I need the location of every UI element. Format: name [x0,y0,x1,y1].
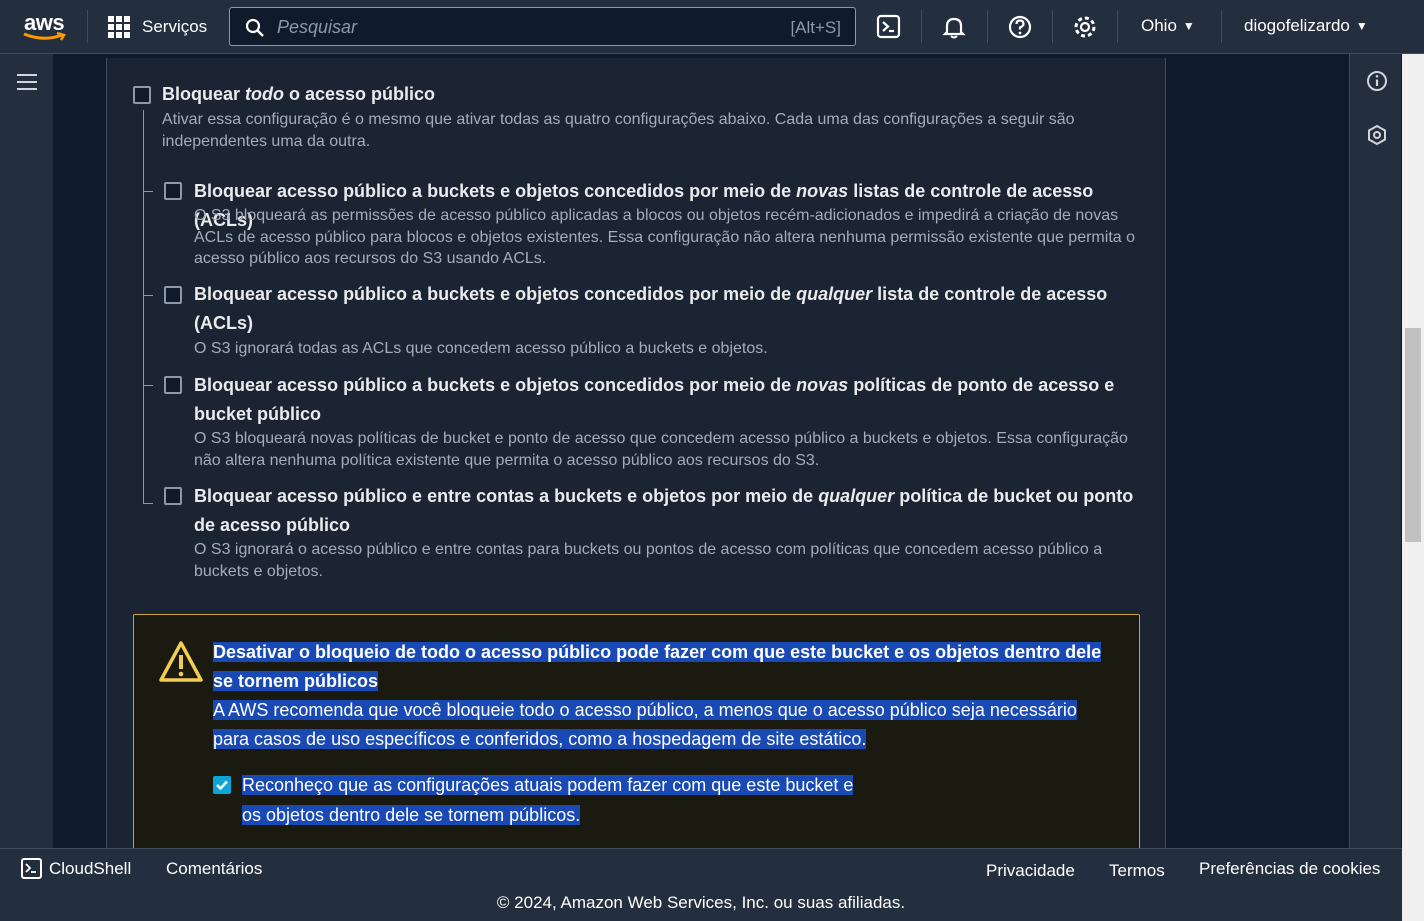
menu-icon[interactable] [17,74,37,90]
search-icon [245,18,264,37]
acknowledge-label[interactable]: Reconheço que as configurações atuais po… [242,770,902,830]
warning-icon [159,641,203,682]
scrollbar-thumb[interactable] [1405,328,1421,542]
divider [921,10,922,43]
scrollbar[interactable] [1402,54,1424,921]
warning-title: Desativar o bloqueio de todo o acesso pú… [213,642,1102,691]
caret-down-icon: ▼ [1182,19,1195,33]
divider [87,10,88,43]
cloudshell-footer-icon[interactable] [21,858,42,879]
block-all-checkbox[interactable] [133,86,151,104]
help-icon[interactable] [1007,14,1033,40]
cloudshell-link[interactable]: CloudShell [49,859,131,879]
terms-link[interactable]: Termos [1109,861,1165,881]
tree-branch [143,503,153,504]
search-input[interactable]: Pesquisar [Alt+S] [229,7,856,46]
grid-icon [108,16,130,38]
aws-logo[interactable]: aws [22,10,68,42]
aws-smile-icon [23,32,66,41]
option-description: O S3 ignorará o acesso público e entre c… [194,541,1103,580]
search-shortcut: [Alt+S] [790,18,841,37]
copyright: © 2024, Amazon Web Services, Inc. ou sua… [496,893,906,912]
account-menu[interactable]: diogofelizardo ▼ [1244,16,1368,36]
bell-icon[interactable] [941,14,967,40]
comments-link[interactable]: Comentários [166,859,262,879]
tree-branch [143,385,153,386]
services-menu-button[interactable]: Serviços [108,14,207,40]
top-navigation: aws Serviços Pesquisar [Alt+S] Ohio ▼ di… [0,0,1424,54]
hexagon-icon[interactable] [1366,124,1388,146]
divider [1117,10,1118,43]
checkmark-icon [216,780,228,791]
right-rail [1349,54,1401,848]
info-icon[interactable] [1366,70,1388,92]
tree-branch [143,191,153,192]
block-new-policies-checkbox[interactable] [164,376,182,394]
block-any-acls-checkbox[interactable] [164,286,182,304]
cookie-preferences-link[interactable]: Preferências de cookies [1199,859,1380,879]
option-description: O S3 bloqueará novas políticas de bucket… [194,430,1128,469]
option-description: O S3 bloqueará as permissões de acesso p… [194,207,1135,267]
caret-down-icon: ▼ [1355,19,1368,33]
services-label: Serviços [142,17,208,36]
block-new-acls-checkbox[interactable] [164,182,182,200]
search-placeholder: Pesquisar [277,17,358,37]
option-title: Bloquear acesso público a buckets e obje… [194,284,1108,333]
tree-line [143,110,144,503]
option-description: O S3 ignorará todas as ACLs que concedem… [194,340,768,357]
divider [1221,10,1222,43]
block-all-title: Bloquear todo o acesso público [162,84,436,104]
privacy-link[interactable]: Privacidade [986,861,1075,881]
block-any-policies-checkbox[interactable] [164,487,182,505]
gear-icon[interactable] [1072,14,1098,40]
warning-text: A AWS recomenda que você bloqueie todo o… [213,700,1077,749]
tree-branch [143,295,153,296]
block-all-description: Ativar essa configuração é o mesmo que a… [162,111,1075,150]
footer: CloudShell Comentários Privacidade Termo… [0,848,1402,921]
option-title: Bloquear acesso público a buckets e obje… [194,375,1115,424]
acknowledge-checkbox[interactable] [213,776,231,794]
left-rail [0,54,53,848]
divider [1052,10,1053,43]
cloudshell-icon[interactable] [876,14,902,40]
divider [987,10,988,43]
region-selector[interactable]: Ohio ▼ [1141,16,1195,36]
option-title: Bloquear acesso público e entre contas a… [194,486,1134,535]
